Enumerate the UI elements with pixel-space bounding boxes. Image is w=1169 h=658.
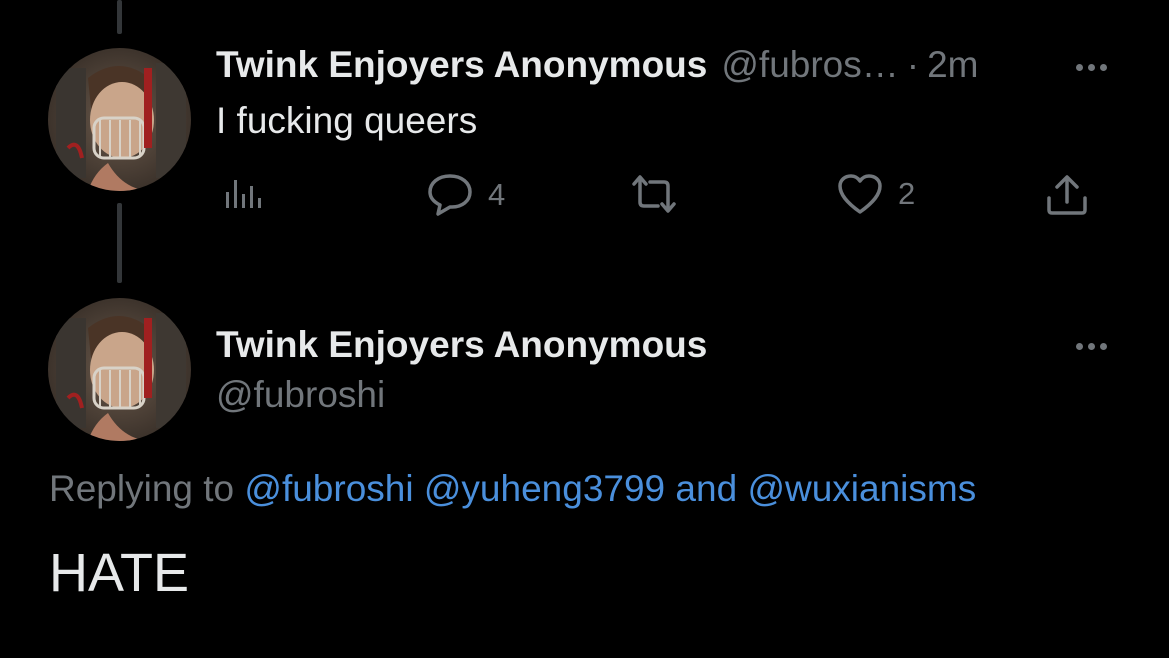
speech-bubble-icon xyxy=(426,172,474,218)
reply-author-handle[interactable]: @fubroshi xyxy=(216,374,385,416)
mention-link[interactable]: @fubroshi xyxy=(244,468,413,509)
more-options-icon[interactable] xyxy=(1076,343,1107,350)
views-button[interactable] xyxy=(222,172,262,212)
retweet-icon xyxy=(626,172,682,216)
retweet-button[interactable] xyxy=(626,172,682,216)
mention-link[interactable]: @wuxianisms xyxy=(747,468,976,509)
avatar[interactable] xyxy=(48,48,191,191)
avatar[interactable] xyxy=(48,298,191,441)
share-icon xyxy=(1044,172,1090,218)
like-count: 2 xyxy=(898,176,916,211)
heart-icon xyxy=(836,172,884,216)
thread-line-top xyxy=(117,0,122,34)
reply-button[interactable]: 4 xyxy=(426,172,505,218)
like-button[interactable]: 2 xyxy=(836,172,915,216)
author-handle[interactable]: @fubros… xyxy=(721,44,898,86)
replying-to-line: Replying to @fubroshi @yuheng3799 and @w… xyxy=(49,468,976,510)
replying-prefix: Replying to xyxy=(49,468,235,509)
mention-link[interactable]: @yuheng3799 xyxy=(424,468,665,509)
reply-count: 4 xyxy=(488,177,506,212)
mention-conjunction[interactable]: and xyxy=(675,468,737,509)
reply-author-name[interactable]: Twink Enjoyers Anonymous xyxy=(216,324,707,366)
tweet-timestamp[interactable]: 2m xyxy=(927,44,978,86)
separator-dot: · xyxy=(906,44,920,85)
author-name[interactable]: Twink Enjoyers Anonymous xyxy=(216,44,707,86)
reply-text: HATE xyxy=(49,543,190,603)
tweet-header: Twink Enjoyers Anonymous @fubros… · 2m xyxy=(216,44,979,86)
tweet-text: I fucking queers xyxy=(216,100,478,141)
thread-line-middle xyxy=(117,203,122,283)
bar-chart-icon xyxy=(222,172,262,212)
more-options-icon[interactable] xyxy=(1076,64,1107,71)
share-button[interactable] xyxy=(1044,172,1090,218)
